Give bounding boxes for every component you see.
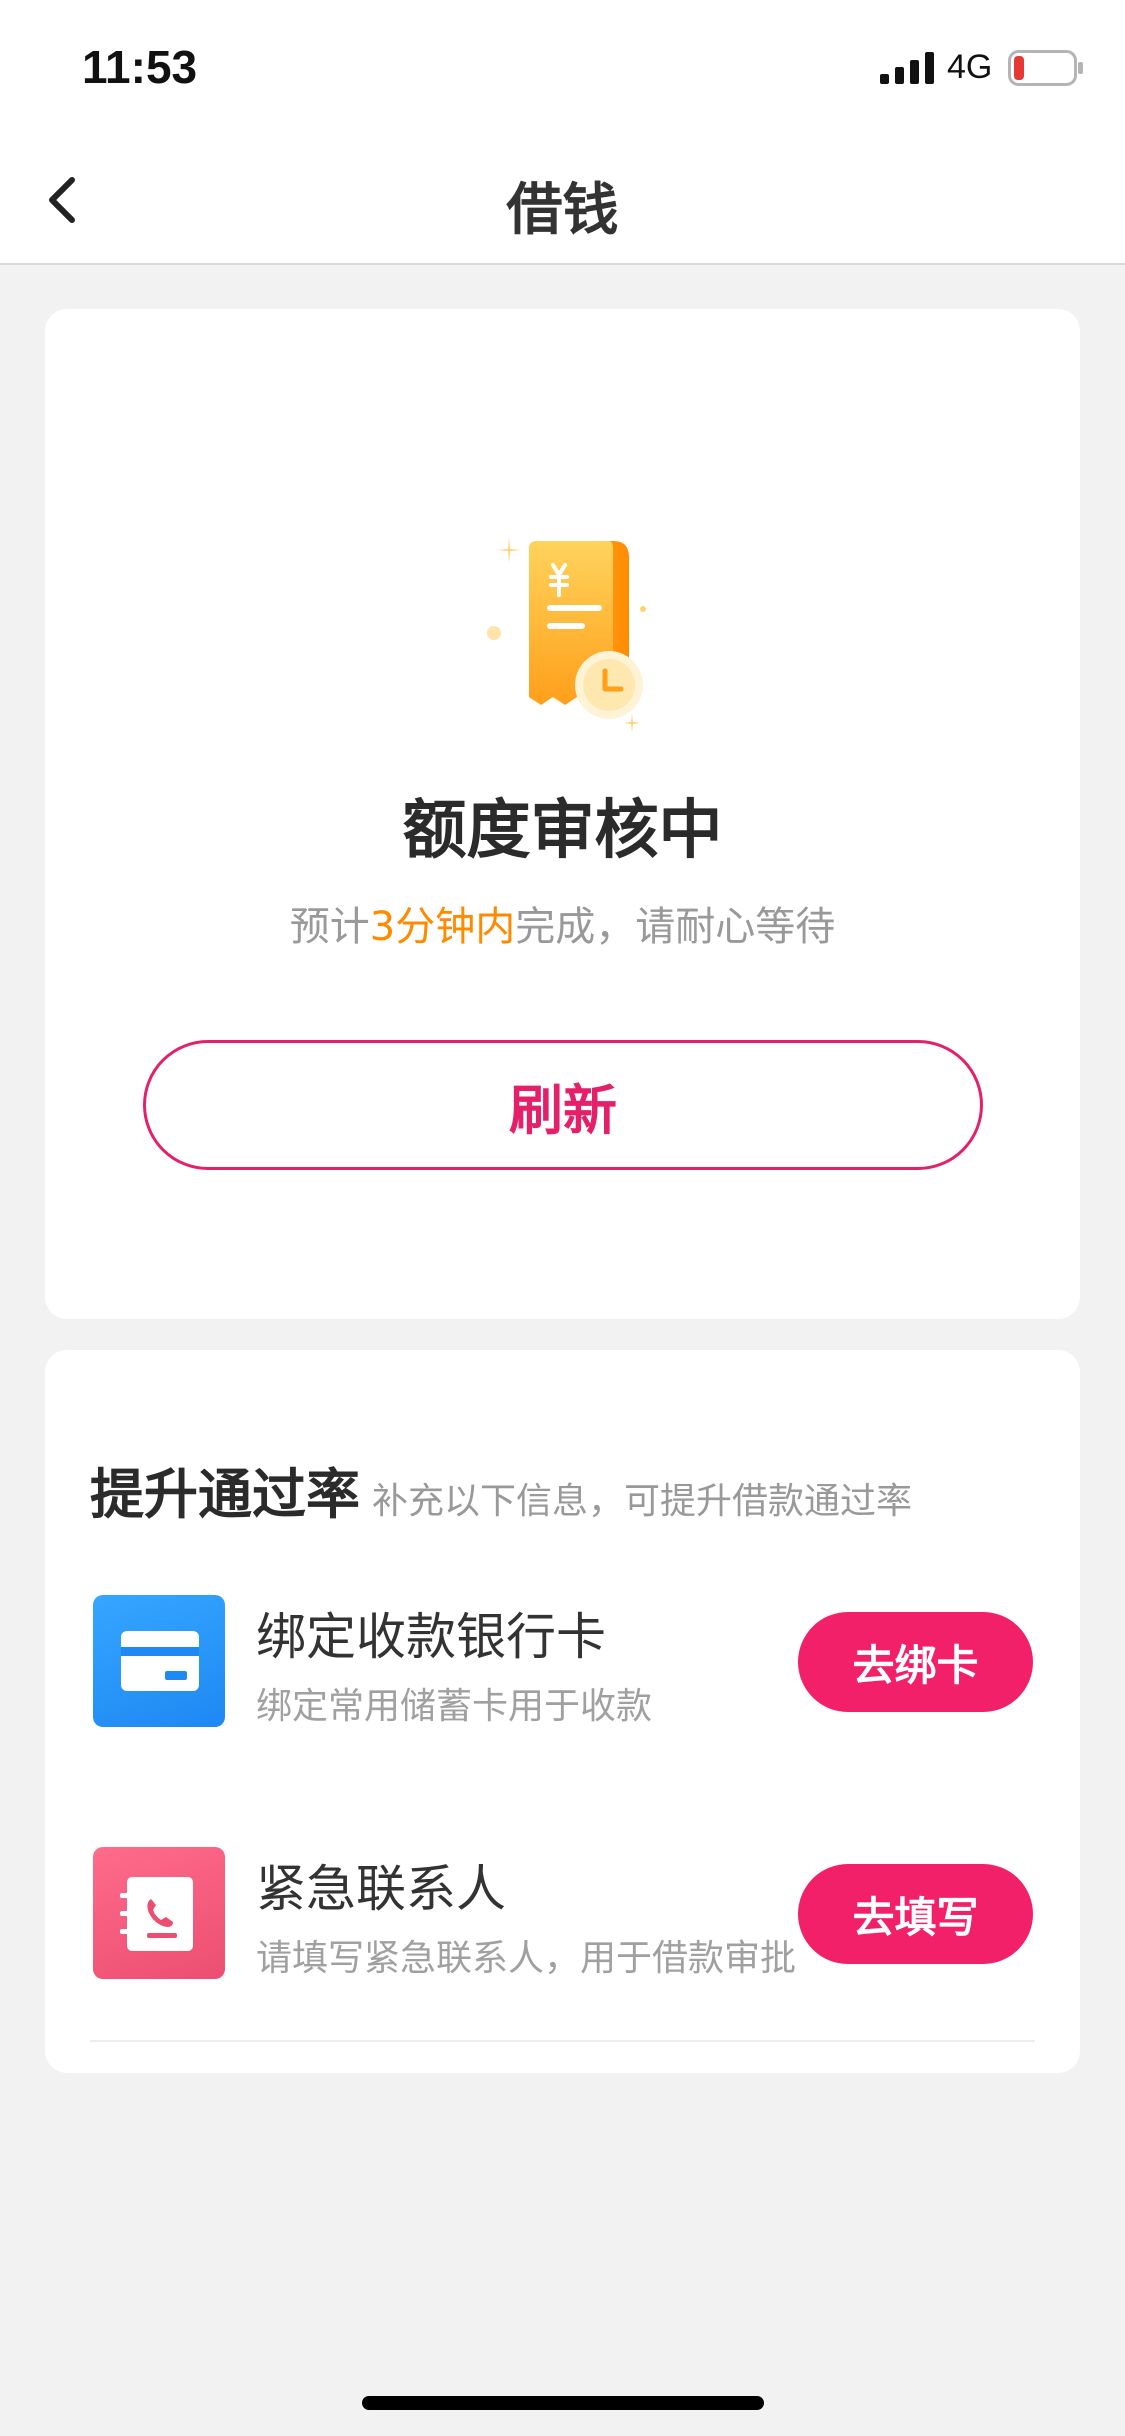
signal-icon	[880, 52, 934, 84]
subtitle-suffix: 完成，请耐心等待	[515, 904, 836, 950]
bind-card-button[interactable]: 去绑卡	[798, 1612, 1033, 1712]
improve-pass-rate-card: 提升通过率 补充以下信息，可提升借款通过率 绑定收款银行卡 绑定常用储蓄卡用于收款…	[45, 1350, 1080, 2073]
improve-subtitle: 补充以下信息，可提升借款通过率	[372, 1481, 913, 1522]
fill-contact-button[interactable]: 去填写	[798, 1864, 1033, 1964]
contact-book-icon	[93, 1847, 225, 1979]
refresh-button[interactable]: 刷新	[143, 1040, 983, 1170]
subtitle-highlight: 3分钟内	[369, 904, 516, 950]
status-time: 11:53	[82, 41, 198, 93]
bank-card-icon	[93, 1595, 225, 1727]
task-row-bank-card: 绑定收款银行卡 绑定常用储蓄卡用于收款 去绑卡	[45, 1595, 1080, 1730]
task-title: 绑定收款银行卡	[256, 1608, 606, 1666]
review-title: 额度审核中	[402, 794, 723, 868]
nav-bar: 借钱	[0, 135, 1125, 265]
receipt-clock-icon	[487, 537, 646, 732]
page-title: 借钱	[506, 178, 619, 243]
subtitle-prefix: 预计	[289, 904, 370, 950]
review-status-card: 额度审核中 预计3分钟内完成，请耐心等待 刷新	[45, 309, 1080, 1319]
review-subtitle: 预计3分钟内完成，请耐心等待	[45, 894, 1080, 952]
task-row-emergency-contact: 紧急联系人 请填写紧急联系人，用于借款审批 去填写	[45, 1847, 1080, 1982]
battery-icon	[1008, 50, 1083, 86]
status-bar: 11:53 4G	[0, 0, 1125, 135]
home-indicator[interactable]	[362, 2396, 764, 2410]
divider	[90, 2040, 1035, 2042]
task-title: 紧急联系人	[256, 1860, 506, 1918]
improve-header: 提升通过率 补充以下信息，可提升借款通过率	[90, 1450, 912, 1529]
task-desc: 绑定常用储蓄卡用于收款	[256, 1686, 653, 1727]
task-desc: 请填写紧急联系人，用于借款审批	[256, 1938, 797, 1979]
network-label: 4G	[947, 48, 993, 86]
improve-title: 提升通过率	[90, 1463, 360, 1526]
